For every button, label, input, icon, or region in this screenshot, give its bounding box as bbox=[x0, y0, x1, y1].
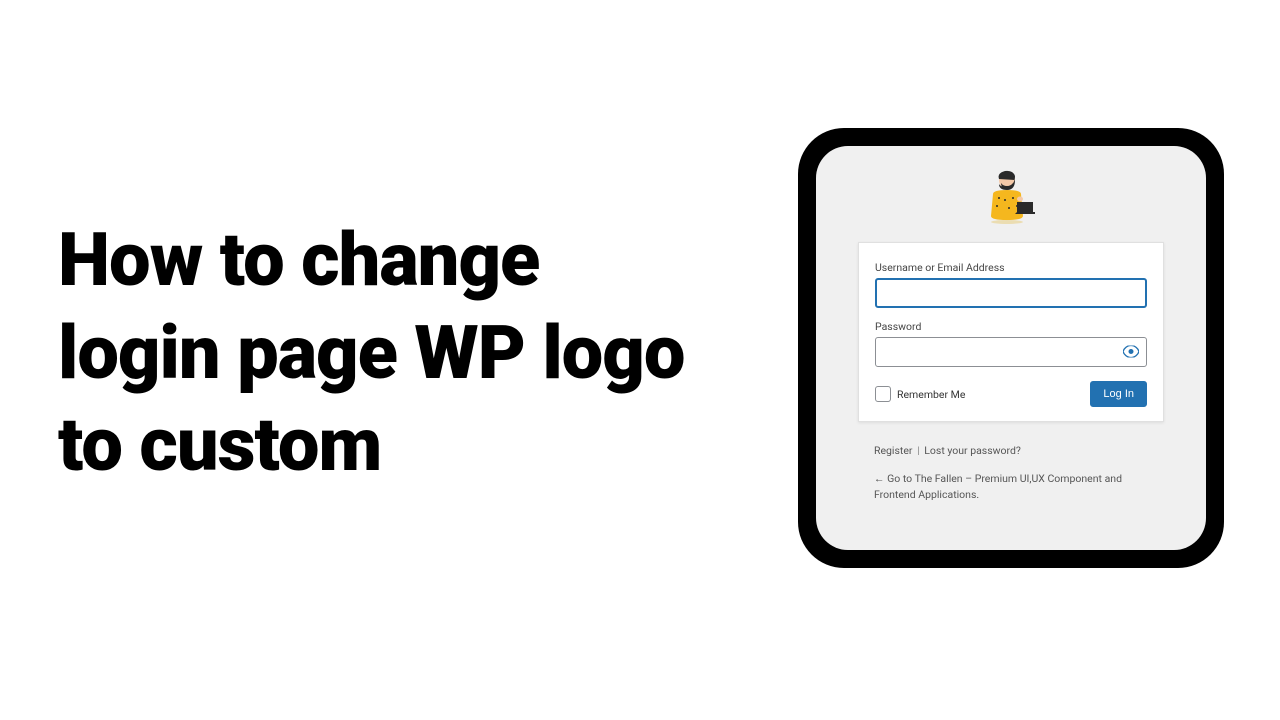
form-actions-row: Remember Me Log In bbox=[875, 381, 1147, 407]
back-link-text: Go to The Fallen – Premium UI,UX Compone… bbox=[874, 472, 1122, 501]
show-password-icon[interactable] bbox=[1123, 343, 1139, 362]
link-divider: | bbox=[917, 444, 920, 457]
username-field-group: Username or Email Address bbox=[875, 261, 1147, 308]
custom-logo-illustration bbox=[983, 166, 1039, 230]
username-input[interactable] bbox=[875, 278, 1147, 308]
remember-label: Remember Me bbox=[897, 388, 965, 401]
login-screen: Username or Email Address Password bbox=[816, 146, 1206, 550]
login-button[interactable]: Log In bbox=[1090, 381, 1147, 407]
password-input[interactable] bbox=[875, 337, 1147, 367]
page-title: How to change login page WP logo to cust… bbox=[58, 215, 718, 493]
password-label: Password bbox=[875, 320, 1147, 333]
username-label: Username or Email Address bbox=[875, 261, 1147, 274]
password-field-group: Password bbox=[875, 320, 1147, 367]
device-frame: Username or Email Address Password bbox=[798, 128, 1224, 568]
back-arrow-icon: ← bbox=[874, 472, 885, 485]
lost-password-link[interactable]: Lost your password? bbox=[924, 444, 1021, 457]
register-link[interactable]: Register bbox=[874, 444, 912, 457]
auth-links-row: Register | Lost your password? bbox=[874, 444, 1148, 457]
remember-me-wrap[interactable]: Remember Me bbox=[875, 386, 965, 402]
login-form-card: Username or Email Address Password bbox=[858, 242, 1164, 422]
remember-checkbox[interactable] bbox=[875, 386, 891, 402]
below-card-links: Register | Lost your password? ← Go to T… bbox=[858, 444, 1164, 503]
back-to-site-link[interactable]: ← Go to The Fallen – Premium UI,UX Compo… bbox=[874, 471, 1148, 503]
